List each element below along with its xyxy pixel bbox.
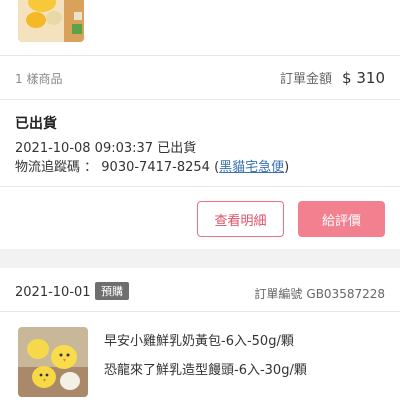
shipping-status: 已出貨	[15, 116, 57, 132]
order-number-label: 訂單編號	[254, 287, 303, 301]
product-thumbnail[interactable]	[18, 0, 84, 42]
divider	[0, 99, 400, 100]
order-number: 訂單編號 GB03587228	[254, 285, 385, 302]
divider	[0, 311, 400, 312]
product-thumbnail[interactable]	[18, 327, 88, 397]
product-name[interactable]: 恐龍來了鮮乳造型饅頭-6入-30g/顆	[104, 359, 307, 378]
order-list: 1 樣商品 訂單金額 $ 310 已出貨 2021-10-08 09:03:37…	[0, 0, 400, 400]
order-total-value: $ 310	[342, 69, 385, 87]
product-name[interactable]: 早安小雞鮮乳奶黃包-6入-50g/顆	[104, 330, 294, 349]
tracking-info: 物流追蹤碼 ： 9030-7417-8254 (黑貓宅急便)	[15, 156, 289, 175]
order-card: 2021-10-01 預購 訂單編號 GB03587228 早安小雞鮮乳奶黃包-…	[0, 268, 400, 400]
write-review-button[interactable]: 給評價	[298, 201, 385, 237]
divider	[0, 186, 400, 187]
order-total-label: 訂單金額	[280, 72, 333, 87]
item-count: 1 樣商品	[15, 72, 63, 86]
tracking-label: 物流追蹤碼 ：	[15, 160, 98, 175]
order-total: 訂單金額 $ 310	[280, 68, 385, 87]
view-details-button[interactable]: 查看明細	[197, 201, 284, 237]
tracking-number: 9030-7417-8254	[101, 160, 210, 175]
divider	[0, 55, 400, 56]
order-date: 2021-10-01	[15, 285, 91, 300]
carrier-paren-close: )	[284, 160, 290, 175]
ship-datetime: 2021-10-08 09:03:37 已出貨	[15, 141, 197, 156]
order-card: 1 樣商品 訂單金額 $ 310 已出貨 2021-10-08 09:03:37…	[0, 0, 400, 249]
carrier-link[interactable]: 黑貓宅急便	[219, 160, 284, 175]
preorder-badge: 預購	[95, 282, 129, 300]
order-number-value: GB03587228	[306, 287, 385, 301]
